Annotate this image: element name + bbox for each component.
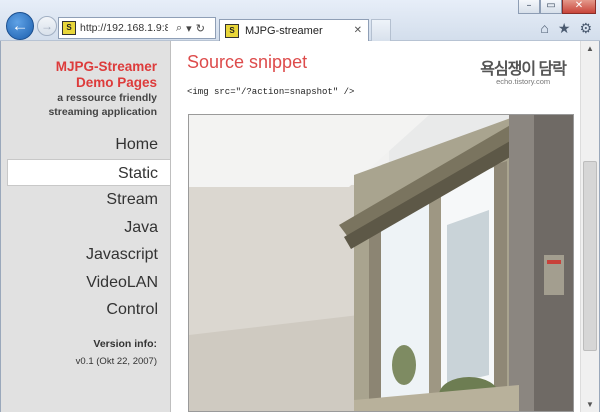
address-bar[interactable]: S http://192.168.1.9:8085 ⌕ ▾ ↻ [58,17,216,39]
scrollbar-thumb[interactable] [583,161,597,351]
brand-subtitle-line2: streaming application [48,106,157,118]
sidebar-item-static[interactable]: Static [7,158,170,186]
back-button[interactable]: ← [6,12,34,40]
tab-title: MJPG-streamer [245,24,323,37]
chevron-down-icon[interactable]: ▾ [186,22,192,35]
sidebar-menu: Home Static Stream Java Javascript Video… [1,131,170,324]
site-favicon-icon: S [62,21,76,35]
brand-title-line1: MJPG-Streamer [55,59,157,74]
new-tab-button[interactable] [371,19,391,41]
tab-mjpg-streamer[interactable]: S MJPG-streamer ✕ [219,19,369,41]
address-bar-tools: ⌕ ▾ ↻ [172,22,205,35]
sidebar-item-control[interactable]: Control [7,296,170,324]
scroll-down-icon[interactable]: ▼ [581,397,599,412]
close-window-button[interactable]: ✕ [562,0,596,14]
navigation-buttons: ← → [6,12,57,40]
camera-scene-drawing [189,115,573,411]
version-value: v0.1 (Okt 22, 2007) [75,355,157,367]
gear-icon[interactable]: ⚙ [579,20,592,37]
sidebar-item-videolan[interactable]: VideoLAN [7,269,170,297]
page-viewport: MJPG-Streamer Demo Pages a ressource fri… [0,41,600,412]
sidebar-item-java[interactable]: Java [7,214,170,242]
brand-subtitle-line1: a ressource friendly [57,92,157,104]
window-controls: – ▭ ✕ [518,0,596,14]
main-content: Source snippet 욕심쟁이 담락 echo.tistory.com … [172,41,581,412]
camera-snapshot-image [188,114,574,412]
sidebar-item-javascript[interactable]: Javascript [7,241,170,269]
sidebar-item-stream[interactable]: Stream [7,186,170,214]
minimize-button[interactable]: – [518,0,540,14]
watermark-logo: 욕심쟁이 담락 echo.tistory.com [480,55,567,86]
sidebar: MJPG-Streamer Demo Pages a ressource fri… [1,41,171,412]
page-title: Source snippet [187,52,308,72]
url-text[interactable]: http://192.168.1.9:8085 [80,22,168,34]
version-info: Version info: v0.1 (Okt 22, 2007) [1,338,170,367]
vertical-scrollbar[interactable]: ▲ ▼ [580,41,599,412]
sidebar-item-home[interactable]: Home [7,131,170,159]
search-icon[interactable]: ⌕ [176,22,182,35]
star-icon[interactable]: ★ [558,20,571,37]
brand-title-line2: Demo Pages [75,75,157,90]
tab-favicon-icon: S [225,23,239,38]
source-snippet: <img src="/?action=snapshot" /> [187,87,355,97]
watermark-title: 욕심쟁이 담락 [480,61,567,78]
maximize-button[interactable]: ▭ [540,0,562,14]
forward-button[interactable]: → [37,16,57,36]
refresh-icon[interactable]: ↻ [196,22,205,35]
version-label: Version info: [93,337,157,350]
brand-block: MJPG-Streamer Demo Pages a ressource fri… [1,41,170,119]
scroll-up-icon[interactable]: ▲ [581,41,599,56]
browser-toolbar-icons: ⌂ ★ ⚙ [540,20,592,37]
browser-chrome: – ▭ ✕ ← → S http://192.168.1.9:8085 ⌕ ▾ … [0,0,600,41]
home-icon[interactable]: ⌂ [540,20,548,37]
close-tab-icon[interactable]: ✕ [354,25,362,36]
